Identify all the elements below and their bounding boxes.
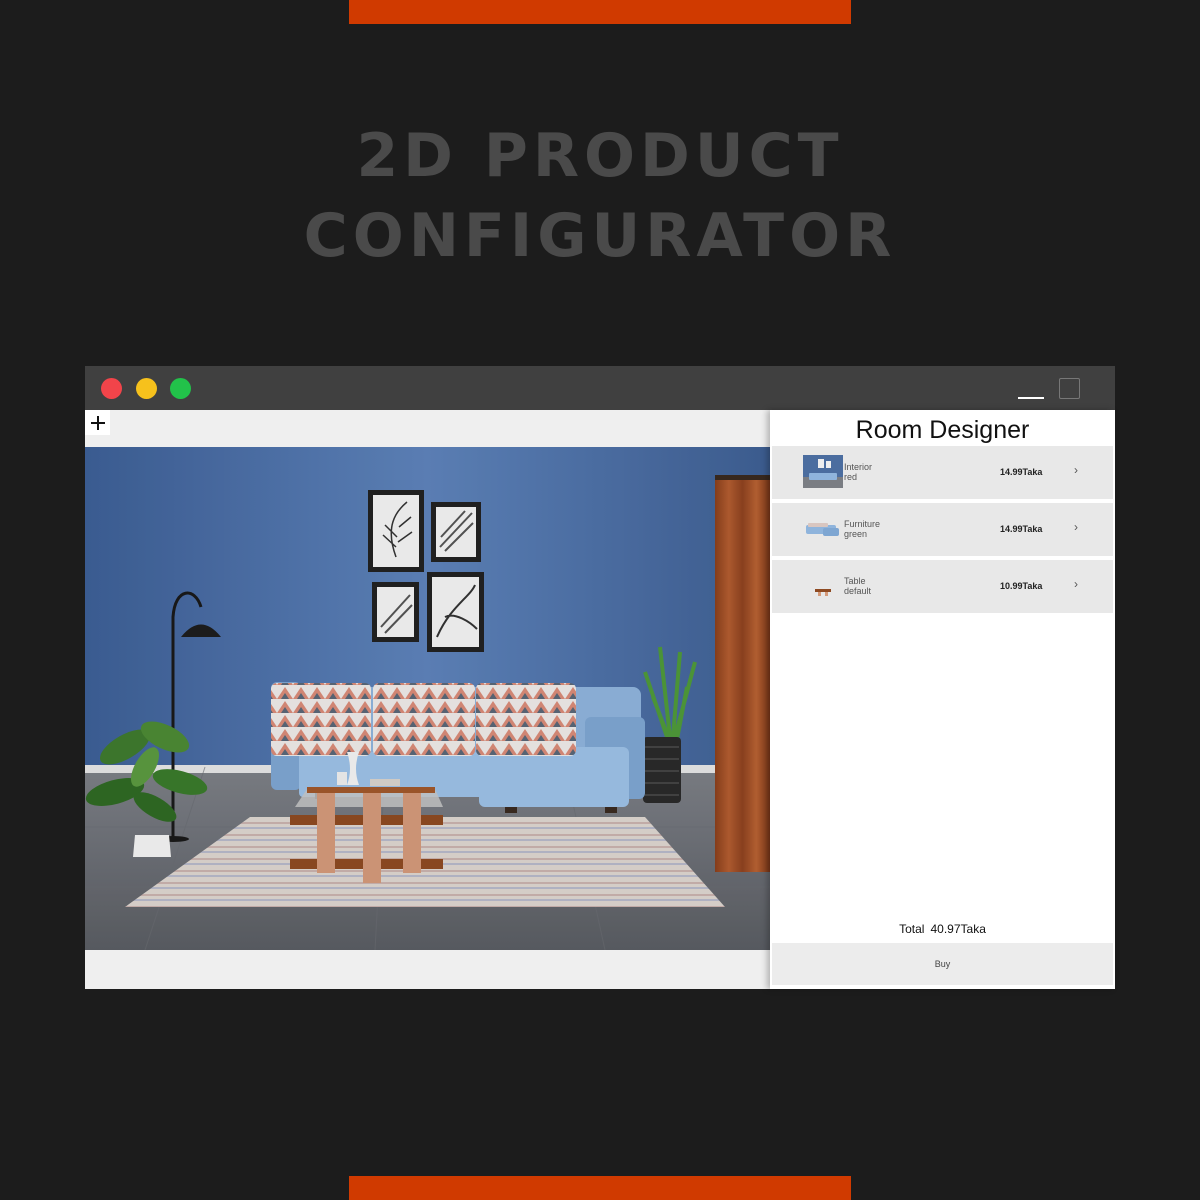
- table-thumb: [803, 569, 843, 602]
- buy-button[interactable]: Buy: [772, 943, 1113, 985]
- total-row: Total 40.97Taka: [770, 922, 1115, 936]
- app-window: Room Designer Interior red 14.99Taka › F…: [85, 366, 1115, 989]
- close-window-button[interactable]: [101, 378, 122, 399]
- window-titlebar: [85, 366, 1115, 410]
- item-price: 14.99Taka: [1000, 524, 1043, 534]
- hero-title-line-2: CONFIGURATOR: [303, 201, 897, 271]
- item-name: Table: [844, 576, 866, 586]
- hero-title-line-1: 2D PRODUCT: [356, 121, 844, 191]
- total-label: Total: [899, 922, 925, 936]
- wall-thumb: [803, 455, 843, 488]
- add-button[interactable]: [85, 410, 110, 435]
- chevron-right-icon[interactable]: ›: [1074, 520, 1078, 534]
- plus-icon: [90, 415, 105, 430]
- room-preview[interactable]: [85, 447, 770, 950]
- canvas-area: [85, 410, 770, 989]
- config-item-furniture[interactable]: Furniture green 14.99Taka ›: [772, 503, 1113, 556]
- sofa-thumb: [803, 512, 843, 545]
- bottom-accent-bar: [349, 1176, 851, 1200]
- chevron-right-icon[interactable]: ›: [1074, 463, 1078, 477]
- panel-title: Room Designer: [855, 416, 1030, 444]
- item-variant: default: [844, 586, 872, 596]
- item-name: Furniture: [844, 519, 881, 529]
- zoom-window-button[interactable]: [170, 378, 191, 399]
- item-price: 14.99Taka: [1000, 467, 1043, 477]
- item-price: 10.99Taka: [1000, 581, 1043, 591]
- configurator-panel: Room Designer Interior red 14.99Taka › F…: [770, 410, 1115, 989]
- room-scene-illustration: [85, 447, 770, 950]
- item-variant: green: [844, 529, 868, 539]
- maximize-icon[interactable]: [1059, 378, 1080, 399]
- chevron-right-icon[interactable]: ›: [1074, 577, 1078, 591]
- total-value: 40.97Taka: [930, 922, 986, 936]
- minimize-window-button[interactable]: [136, 378, 157, 399]
- item-variant: red: [844, 472, 858, 482]
- config-item-table[interactable]: Table default 10.99Taka ›: [772, 560, 1113, 613]
- config-item-interior[interactable]: Interior red 14.99Taka ›: [772, 446, 1113, 499]
- top-accent-bar: [349, 0, 851, 24]
- item-name: Interior: [844, 462, 873, 472]
- minimize-icon[interactable]: [1018, 397, 1044, 399]
